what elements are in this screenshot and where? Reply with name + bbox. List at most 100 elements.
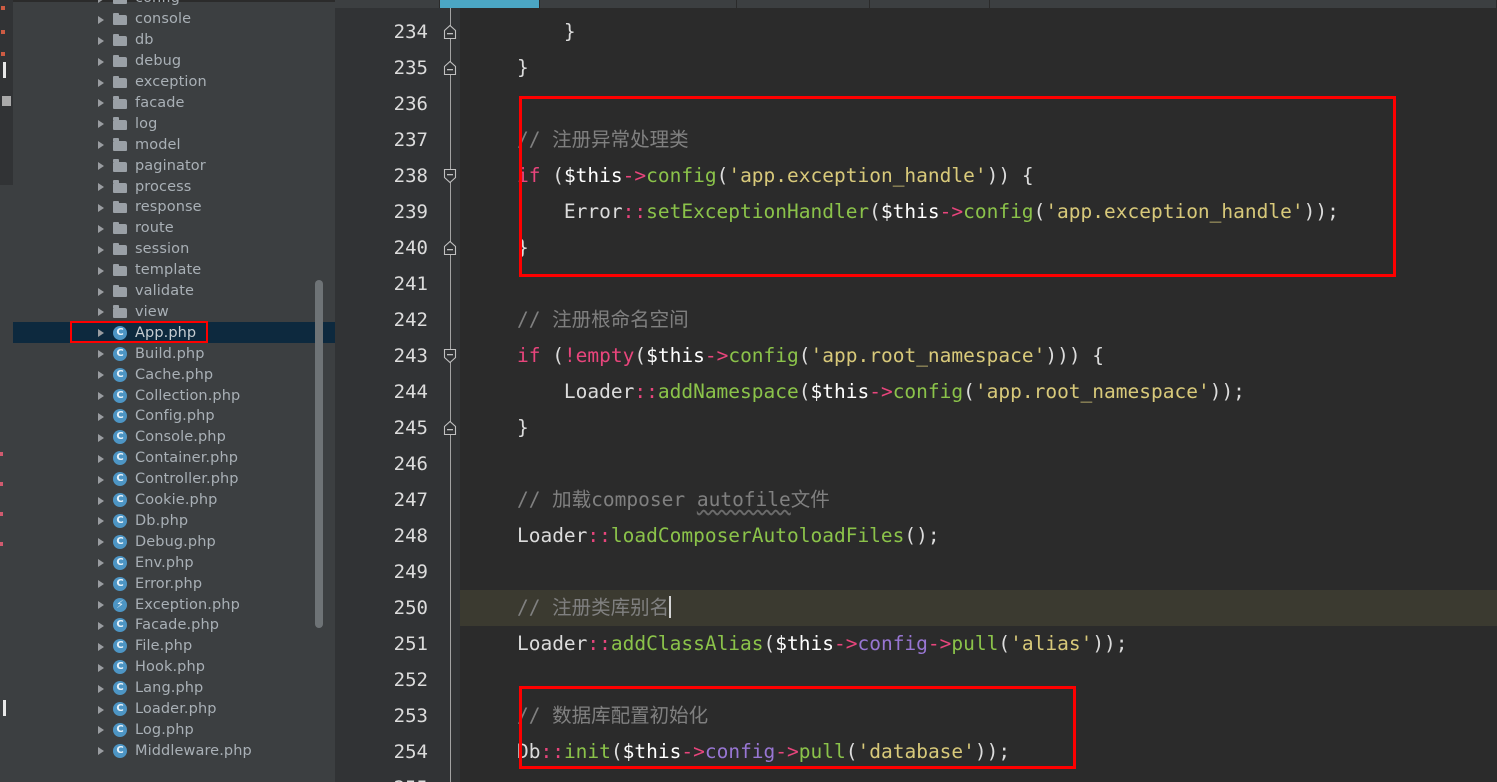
chevron-right-icon[interactable] [95,473,108,486]
tree-item-validate[interactable]: validate [13,281,335,302]
editor-tab-bar[interactable] [335,0,1497,8]
chevron-right-icon[interactable] [95,285,108,298]
chevron-right-icon[interactable] [95,577,108,590]
tree-item-console[interactable]: console [13,9,335,30]
tree-item-middleware-php[interactable]: Middleware.php [13,740,335,761]
code-line-245[interactable]: } [460,410,1497,446]
chevron-right-icon[interactable] [95,96,108,109]
tree-item-debug[interactable]: debug [13,51,335,72]
code-line-235[interactable]: } [460,50,1497,86]
chevron-right-icon[interactable] [95,682,108,695]
code-line-236[interactable] [460,86,1497,122]
code-editor[interactable]: 234 235 236 237 238 239 240 241 242 243 244 245 246 2… [335,0,1497,782]
editor-tab-2[interactable] [540,0,737,8]
code-line-254[interactable]: Db::init($this->config->pull('database')… [460,734,1497,770]
tree-item-lang-php[interactable]: Lang.php [13,678,335,699]
tree-item-template[interactable]: template [13,260,335,281]
chevron-right-icon[interactable] [95,368,108,381]
chevron-right-icon[interactable] [95,347,108,360]
tree-item-paginator[interactable]: paginator [13,155,335,176]
chevron-right-icon[interactable] [95,117,108,130]
chevron-right-icon[interactable] [95,0,108,5]
tree-item-debug-php[interactable]: Debug.php [13,531,335,552]
tree-item-file-php[interactable]: File.php [13,636,335,657]
tree-item-facade-php[interactable]: Facade.php [13,615,335,636]
tree-item-app-php[interactable]: App.php [13,322,335,344]
tree-item-config-php[interactable]: Config.php [13,406,335,427]
tree-item-model[interactable]: model [13,134,335,155]
chevron-right-icon[interactable] [95,723,108,736]
chevron-right-icon[interactable] [95,34,108,47]
code-line-250[interactable]: // 注册类库别名 [460,590,1497,626]
fold-collapse-icon[interactable] [442,168,458,184]
code-text-area[interactable]: } } // 注册异常处理类 if ($this->config('app.ex… [460,8,1497,782]
code-line-251[interactable]: Loader::addClassAlias($this->config->pul… [460,626,1497,662]
tree-item-exception[interactable]: exception [13,72,335,93]
tree-item-exception-php[interactable]: Exception.php [13,594,335,615]
chevron-right-icon[interactable] [95,264,108,277]
code-line-241[interactable] [460,266,1497,302]
chevron-right-icon[interactable] [95,243,108,256]
tree-item-log[interactable]: log [13,113,335,134]
tree-item-view[interactable]: view [13,302,335,323]
chevron-right-icon[interactable] [95,222,108,235]
code-line-249[interactable] [460,554,1497,590]
code-fold-gutter[interactable] [440,8,460,782]
code-line-248[interactable]: Loader::loadComposerAutoloadFiles(); [460,518,1497,554]
chevron-right-icon[interactable] [95,661,108,674]
tree-item-container-php[interactable]: Container.php [13,448,335,469]
code-line-240[interactable]: } [460,230,1497,266]
code-line-246[interactable] [460,446,1497,482]
project-tree-list[interactable]: config console db debug exception facade log mo… [13,0,335,782]
fold-end-icon[interactable] [442,240,458,256]
chevron-right-icon[interactable] [95,535,108,548]
chevron-right-icon[interactable] [95,326,108,339]
fold-collapse-icon[interactable] [442,348,458,364]
tree-item-collection-php[interactable]: Collection.php [13,385,335,406]
tree-scrollbar-thumb[interactable] [315,280,323,628]
code-line-252[interactable] [460,662,1497,698]
tree-item-env-php[interactable]: Env.php [13,552,335,573]
code-line-247[interactable]: // 加载composer autofile文件 [460,482,1497,518]
tree-item-process[interactable]: process [13,176,335,197]
tree-item-error-php[interactable]: Error.php [13,573,335,594]
chevron-right-icon[interactable] [95,138,108,151]
chevron-right-icon[interactable] [95,55,108,68]
editor-tab-4[interactable] [870,0,990,8]
editor-tab-3[interactable] [737,0,870,8]
code-line-237[interactable]: // 注册异常处理类 [460,122,1497,158]
chevron-right-icon[interactable] [95,598,108,611]
tree-item-build-php[interactable]: Build.php [13,343,335,364]
code-line-234[interactable]: } [460,14,1497,50]
chevron-right-icon[interactable] [95,159,108,172]
chevron-right-icon[interactable] [95,556,108,569]
chevron-right-icon[interactable] [95,180,108,193]
tree-item-session[interactable]: session [13,239,335,260]
chevron-right-icon[interactable] [95,389,108,402]
tree-item-controller-php[interactable]: Controller.php [13,469,335,490]
tree-item-route[interactable]: route [13,218,335,239]
editor-tab-5[interactable] [990,0,1497,8]
tree-item-cookie-php[interactable]: Cookie.php [13,490,335,511]
tree-item-response[interactable]: response [13,197,335,218]
chevron-right-icon[interactable] [95,619,108,632]
fold-end-icon[interactable] [442,24,458,40]
tree-item-cache-php[interactable]: Cache.php [13,364,335,385]
editor-marker-rail[interactable] [0,0,13,782]
code-line-242[interactable]: // 注册根命名空间 [460,302,1497,338]
chevron-right-icon[interactable] [95,452,108,465]
chevron-right-icon[interactable] [95,201,108,214]
chevron-right-icon[interactable] [95,76,108,89]
chevron-right-icon[interactable] [95,431,108,444]
tree-item-facade[interactable]: facade [13,93,335,114]
tree-item-log-php[interactable]: Log.php [13,720,335,741]
fold-end-icon[interactable] [442,420,458,436]
chevron-right-icon[interactable] [95,410,108,423]
tree-item-hook-php[interactable]: Hook.php [13,657,335,678]
chevron-right-icon[interactable] [95,514,108,527]
tree-item-loader-php[interactable]: Loader.php [13,699,335,720]
code-line-253[interactable]: // 数据库配置初始化 [460,698,1497,734]
tree-item-db-php[interactable]: Db.php [13,511,335,532]
code-line-243[interactable]: if (!empty($this->config('app.root_names… [460,338,1497,374]
chevron-right-icon[interactable] [95,305,108,318]
